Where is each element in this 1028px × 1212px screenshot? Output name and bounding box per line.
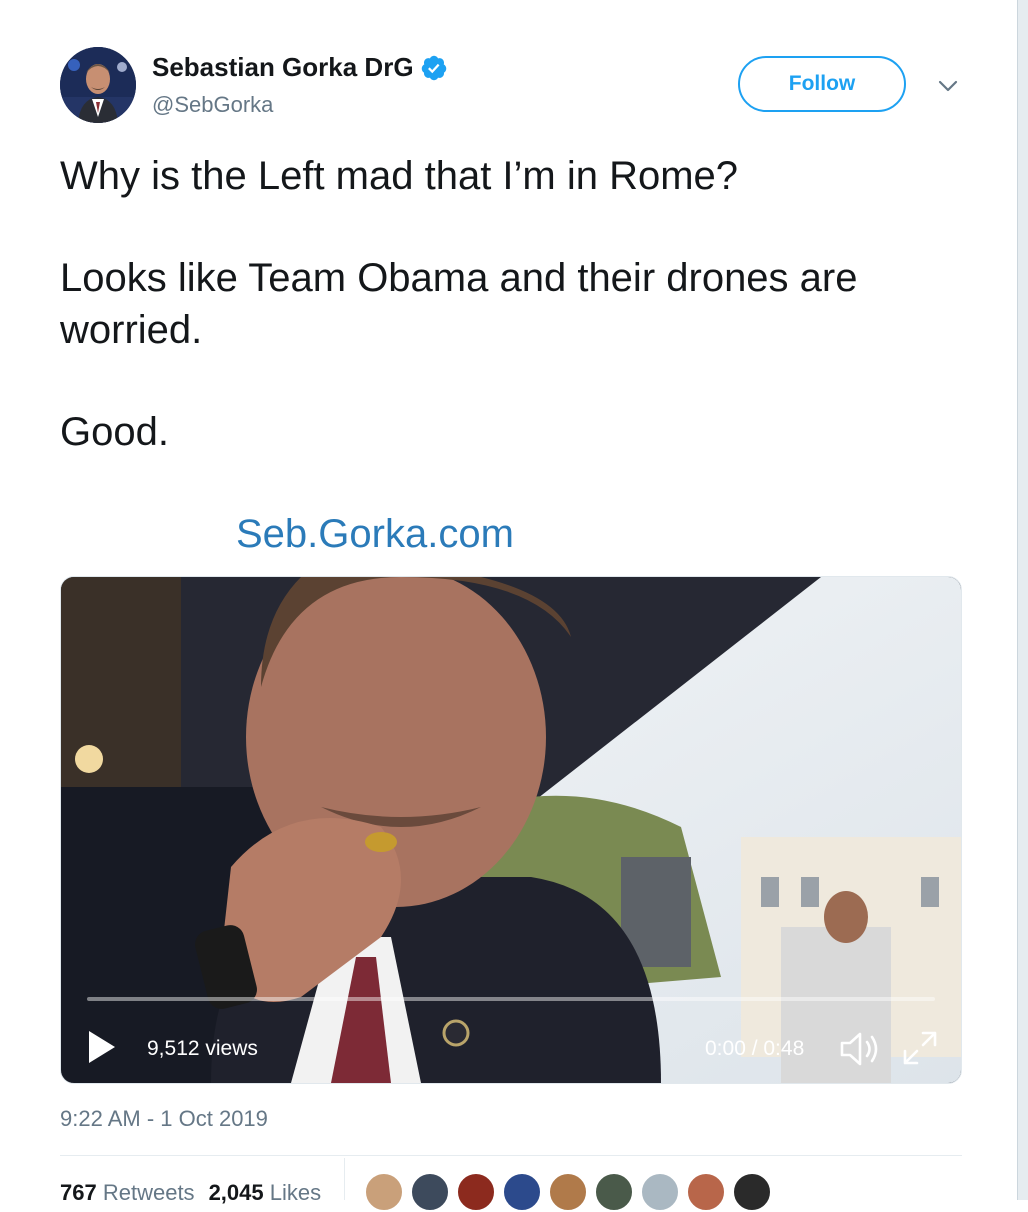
tweet-stats: 767 Retweets 2,045 Likes	[60, 1180, 321, 1206]
liker-avatar[interactable]	[548, 1172, 588, 1212]
tweet-link[interactable]: Seb.Gorka.com	[236, 512, 514, 557]
play-icon[interactable]	[87, 1029, 117, 1065]
tweet-text-line: Why is the Left mad that I’m in Rome?	[60, 154, 739, 198]
liker-avatar[interactable]	[410, 1172, 450, 1212]
liker-avatar[interactable]	[594, 1172, 634, 1212]
volume-icon[interactable]	[839, 1029, 883, 1069]
tweet-text-line: Good.	[60, 410, 169, 454]
video-progress-bar[interactable]	[87, 997, 935, 1001]
liker-avatar[interactable]	[502, 1172, 542, 1212]
likes-label[interactable]: Likes	[270, 1180, 321, 1205]
display-name[interactable]: Sebastian Gorka DrG	[152, 52, 414, 83]
verified-badge-icon	[421, 55, 446, 80]
fullscreen-icon[interactable]	[901, 1029, 939, 1067]
video-player[interactable]: 9,512 views 0:00 / 0:48	[60, 576, 962, 1084]
liker-avatar[interactable]	[640, 1172, 680, 1212]
view-count: 9,512 views	[147, 1037, 258, 1060]
follow-button[interactable]: Follow	[738, 56, 906, 112]
retweets-label[interactable]: Retweets	[103, 1180, 195, 1205]
liker-avatar[interactable]	[732, 1172, 772, 1212]
liker-avatar[interactable]	[364, 1172, 404, 1212]
video-thumbnail	[61, 577, 961, 1083]
tweet-timestamp[interactable]: 9:22 AM - 1 Oct 2019	[60, 1106, 268, 1132]
retweets-count[interactable]: 767	[60, 1180, 97, 1205]
handle[interactable]: @SebGorka	[152, 92, 273, 118]
tweet-text-line: Looks like Team Obama and their drones a…	[60, 256, 858, 352]
divider	[60, 1155, 962, 1156]
window-edge	[1017, 0, 1028, 1200]
stats-separator	[344, 1158, 345, 1200]
chevron-down-icon[interactable]	[936, 74, 960, 98]
video-time: 0:00 / 0:48	[705, 1037, 805, 1060]
liker-avatar[interactable]	[456, 1172, 496, 1212]
likes-count[interactable]: 2,045	[209, 1180, 264, 1205]
liker-avatar[interactable]	[686, 1172, 726, 1212]
avatar[interactable]	[60, 47, 136, 123]
